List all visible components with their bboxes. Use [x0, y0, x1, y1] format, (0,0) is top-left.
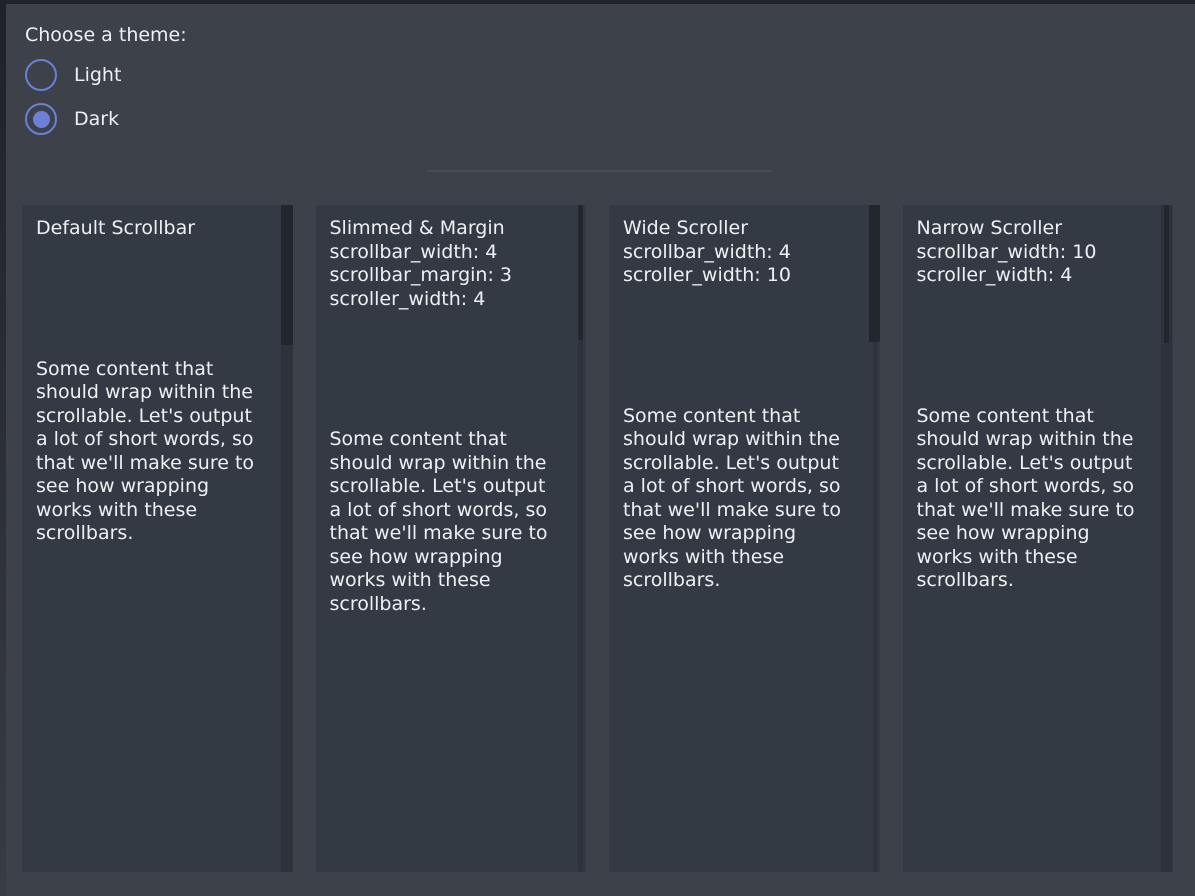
panel-config-line: scrollbar_width: 4	[330, 241, 570, 265]
radio-icon-selected[interactable]	[25, 103, 57, 135]
panel-title: Default Scrollbar	[36, 217, 276, 241]
panel-config-line: scrollbar_width: 4	[623, 241, 863, 265]
radio-label: Light	[74, 64, 121, 86]
panel-content: Some content that should wrap within the…	[623, 405, 851, 593]
panel-slimmed-margin[interactable]: Slimmed & Margin scrollbar_width: 4 scro…	[316, 205, 587, 872]
panel-title: Narrow Scroller	[917, 217, 1157, 241]
panel-narrow-scroller[interactable]: Narrow Scroller scrollbar_width: 10 scro…	[903, 205, 1174, 872]
panel-content: Some content that should wrap within the…	[330, 428, 558, 616]
panel-config-line: scroller_width: 4	[917, 264, 1157, 288]
panel-header: Narrow Scroller scrollbar_width: 10 scro…	[917, 217, 1157, 288]
radio-option-dark[interactable]: Dark	[25, 103, 119, 135]
scrollbar-thumb[interactable]	[1164, 205, 1169, 343]
panel-config-line: scroller_width: 4	[330, 288, 570, 312]
panel-header: Wide Scroller scrollbar_width: 4 scrolle…	[623, 217, 863, 288]
panel-title: Wide Scroller	[623, 217, 863, 241]
panel-content: Some content that should wrap within the…	[917, 405, 1145, 593]
theme-chooser: Choose a theme: Light Dark	[25, 24, 187, 46]
panel-header: Slimmed & Margin scrollbar_width: 4 scro…	[330, 217, 570, 311]
scrollbar-demo-columns: Default Scrollbar Some content that shou…	[22, 205, 1173, 872]
panel-header: Default Scrollbar	[36, 217, 276, 241]
scrollbar-thumb[interactable]	[869, 205, 880, 342]
radio-option-light[interactable]: Light	[25, 59, 121, 91]
panel-content: Some content that should wrap within the…	[36, 358, 264, 546]
scrollbar-thumb[interactable]	[281, 205, 293, 345]
panel-config-line: scrollbar_width: 10	[917, 241, 1157, 265]
panel-config-line: scroller_width: 10	[623, 264, 863, 288]
panel-title: Slimmed & Margin	[330, 217, 570, 241]
scrollbar-thumb[interactable]	[578, 205, 583, 340]
panel-wide-scroller[interactable]: Wide Scroller scrollbar_width: 4 scrolle…	[609, 205, 880, 872]
panel-config-line: scrollbar_margin: 3	[330, 264, 570, 288]
theme-chooser-label: Choose a theme:	[25, 24, 187, 46]
window-left-edge	[0, 0, 6, 896]
divider	[427, 170, 772, 172]
radio-label: Dark	[74, 108, 119, 130]
radio-icon[interactable]	[25, 59, 57, 91]
window-top-edge	[0, 0, 1195, 4]
panel-default-scrollbar[interactable]: Default Scrollbar Some content that shou…	[22, 205, 293, 872]
